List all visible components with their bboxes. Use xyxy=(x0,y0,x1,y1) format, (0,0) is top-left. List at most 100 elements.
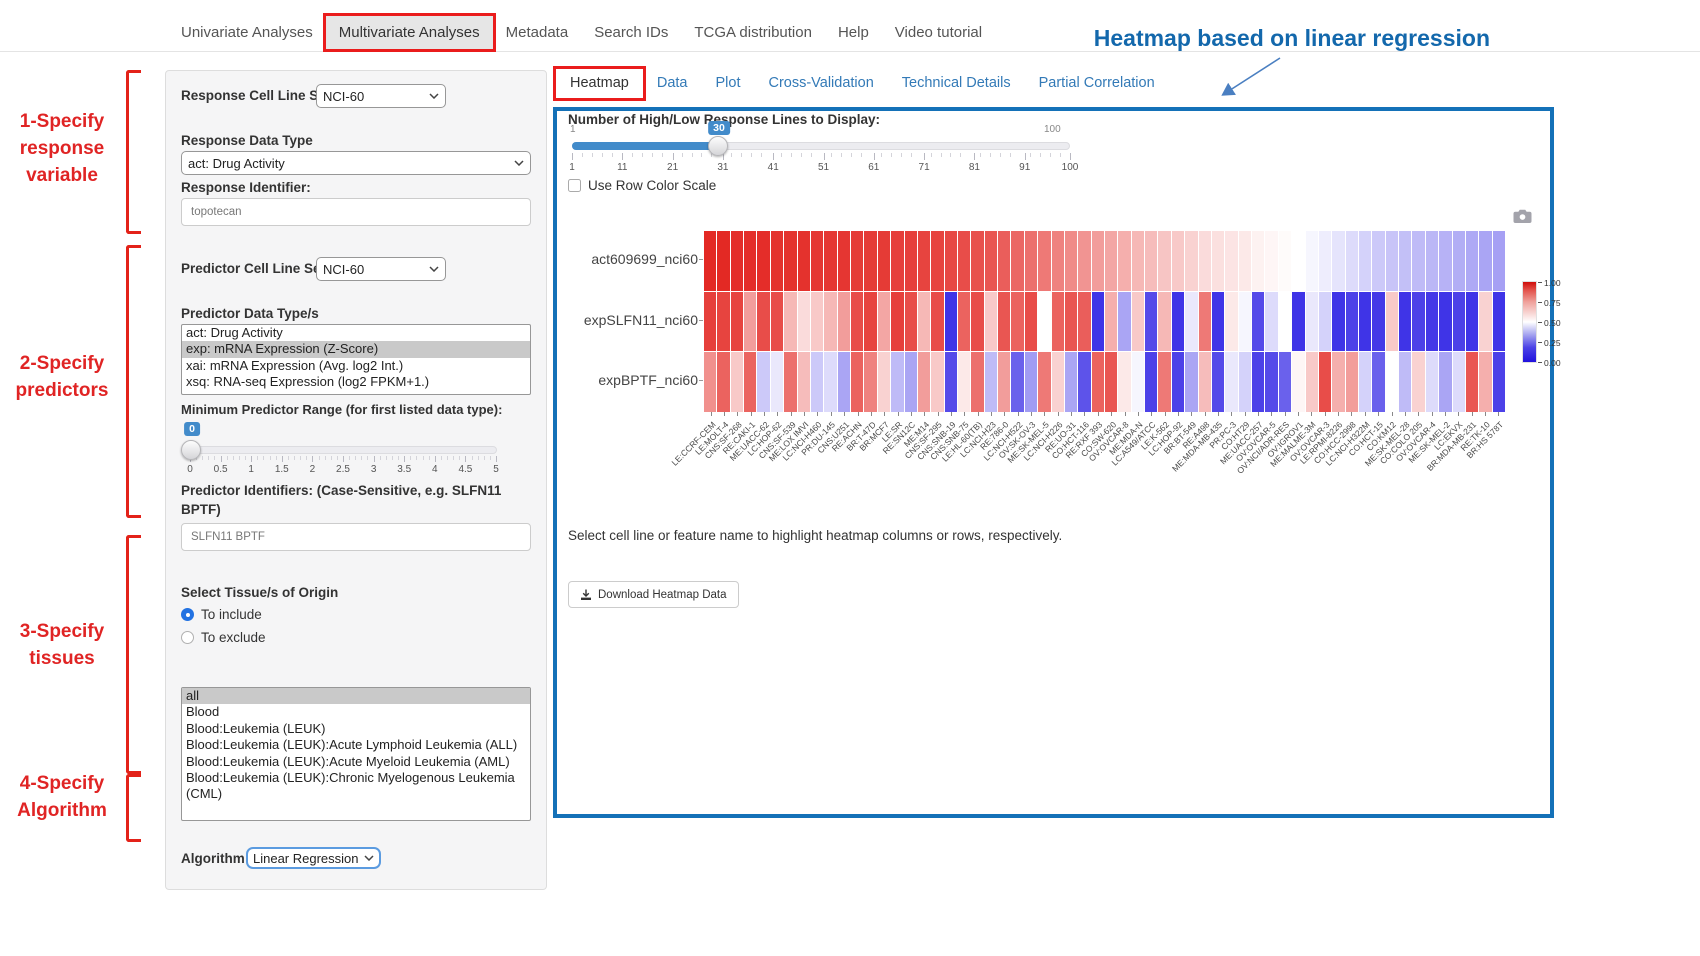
tab-cross-validation[interactable]: Cross-Validation xyxy=(754,69,887,98)
heatmap-cell[interactable] xyxy=(998,292,1010,352)
heatmap-cell[interactable] xyxy=(1118,231,1130,291)
heatmap-cell[interactable] xyxy=(1466,352,1478,412)
heatmap-cell[interactable] xyxy=(1479,352,1491,412)
heatmap-cell[interactable] xyxy=(838,352,850,412)
heatmap-cell[interactable] xyxy=(731,352,743,412)
min-predictor-range-slider-handle[interactable] xyxy=(181,440,201,460)
tissue-option-blood[interactable]: Blood xyxy=(182,704,530,720)
heatmap-cell[interactable] xyxy=(971,231,983,291)
heatmap-cell[interactable] xyxy=(717,231,729,291)
heatmap-cell[interactable] xyxy=(1412,292,1424,352)
predictor-data-type-option-xsq-rna-seq-expression-log2-fpkm-1[interactable]: xsq: RNA-seq Expression (log2 FPKM+1.) xyxy=(182,374,530,390)
response-identifier-input[interactable]: topotecan xyxy=(181,198,531,226)
predictor-data-types-listbox[interactable]: act: Drug Activityexp: mRNA Expression (… xyxy=(181,324,531,395)
heatmap-cell[interactable] xyxy=(744,352,756,412)
heatmap-cell[interactable] xyxy=(1158,352,1170,412)
heatmap-cell[interactable] xyxy=(971,292,983,352)
heatmap-cell[interactable] xyxy=(1466,292,1478,352)
heatmap-row-label-expbptf-nci60[interactable]: expBPTF_nci60 xyxy=(538,372,698,388)
heatmap-cell[interactable] xyxy=(1479,292,1491,352)
heatmap-cell[interactable] xyxy=(864,231,876,291)
heatmap-cell[interactable] xyxy=(1493,352,1505,412)
heatmap-cell[interactable] xyxy=(1145,292,1157,352)
heatmap-cell[interactable] xyxy=(905,292,917,352)
camera-icon[interactable] xyxy=(1513,209,1532,224)
heatmap-cell[interactable] xyxy=(1025,352,1037,412)
heatmap-cell[interactable] xyxy=(1399,231,1411,291)
heatmap-cell[interactable] xyxy=(1412,352,1424,412)
heatmap-cell[interactable] xyxy=(998,231,1010,291)
heatmap-cell[interactable] xyxy=(824,352,836,412)
heatmap-cell[interactable] xyxy=(918,352,930,412)
heatmap-cell[interactable] xyxy=(1426,352,1438,412)
heatmap-cell[interactable] xyxy=(1279,352,1291,412)
heatmap-cell[interactable] xyxy=(757,231,769,291)
heatmap-cell[interactable] xyxy=(798,352,810,412)
heatmap-cell[interactable] xyxy=(1225,292,1237,352)
heatmap-cell[interactable] xyxy=(1011,292,1023,352)
heatmap-cell[interactable] xyxy=(1426,292,1438,352)
heatmap-cell[interactable] xyxy=(958,292,970,352)
download-heatmap-data-button[interactable]: Download Heatmap Data xyxy=(568,581,739,608)
heatmap-cell[interactable] xyxy=(838,231,850,291)
heatmap-cell[interactable] xyxy=(1332,292,1344,352)
heatmap-cell[interactable] xyxy=(1399,292,1411,352)
heatmap-cell[interactable] xyxy=(811,231,823,291)
heatmap-cell[interactable] xyxy=(1346,352,1358,412)
tissue-listbox[interactable]: allBloodBlood:Leukemia (LEUK)Blood:Leuke… xyxy=(181,687,531,821)
heatmap-cell[interactable] xyxy=(1332,231,1344,291)
heatmap-cell[interactable] xyxy=(1052,292,1064,352)
heatmap-cell[interactable] xyxy=(1212,292,1224,352)
tab-partial-correlation[interactable]: Partial Correlation xyxy=(1025,69,1169,98)
heatmap-cell[interactable] xyxy=(1199,292,1211,352)
heatmap-cell[interactable] xyxy=(1011,231,1023,291)
heatmap-cell[interactable] xyxy=(958,352,970,412)
heatmap-cell[interactable] xyxy=(945,352,957,412)
heatmap-cell[interactable] xyxy=(757,292,769,352)
heatmap-cell[interactable] xyxy=(1359,292,1371,352)
heatmap-cell[interactable] xyxy=(704,352,716,412)
heatmap-cell[interactable] xyxy=(891,352,903,412)
heatmap-cell[interactable] xyxy=(1265,292,1277,352)
heatmap-cell[interactable] xyxy=(744,292,756,352)
heatmap-cell[interactable] xyxy=(1439,231,1451,291)
heatmap-cell[interactable] xyxy=(771,231,783,291)
heatmap-cell[interactable] xyxy=(998,352,1010,412)
tissue-option-blood-leukemia-leuk-acute-lymphoid-leukemia-all[interactable]: Blood:Leukemia (LEUK):Acute Lymphoid Leu… xyxy=(182,737,530,753)
predictor-data-type-option-xai-mrna-expression-avg-log2-int[interactable]: xai: mRNA Expression (Avg. log2 Int.) xyxy=(182,358,530,374)
heatmap-cell[interactable] xyxy=(1065,352,1077,412)
heatmap-cell[interactable] xyxy=(1065,292,1077,352)
tissue-option-blood-leukemia-leuk[interactable]: Blood:Leukemia (LEUK) xyxy=(182,721,530,737)
algorithm-select[interactable]: Linear Regression xyxy=(246,847,381,869)
tissue-option-all[interactable]: all xyxy=(182,688,530,704)
heatmap-cell[interactable] xyxy=(1172,292,1184,352)
heatmap-cell[interactable] xyxy=(1038,292,1050,352)
predictor-data-type-option-act-drug-activity[interactable]: act: Drug Activity xyxy=(182,325,530,341)
heatmap-cell[interactable] xyxy=(1466,231,1478,291)
response-data-type-select[interactable]: act: Drug Activity xyxy=(181,151,531,175)
heatmap-cell[interactable] xyxy=(878,231,890,291)
heatmap-cell[interactable] xyxy=(1453,231,1465,291)
heatmap-cell[interactable] xyxy=(905,352,917,412)
tab-plot[interactable]: Plot xyxy=(701,69,754,98)
heatmap-cell[interactable] xyxy=(824,292,836,352)
heatmap-cell[interactable] xyxy=(1132,231,1144,291)
heatmap-cell[interactable] xyxy=(1479,231,1491,291)
heatmap-cell[interactable] xyxy=(878,352,890,412)
tab-data[interactable]: Data xyxy=(643,69,702,98)
heatmap-cell[interactable] xyxy=(1453,352,1465,412)
heatmap-cell[interactable] xyxy=(838,292,850,352)
heatmap-cell[interactable] xyxy=(1359,231,1371,291)
heatmap-cell[interactable] xyxy=(1038,231,1050,291)
heatmap-cell[interactable] xyxy=(1372,231,1384,291)
heatmap-cell[interactable] xyxy=(1439,352,1451,412)
heatmap-cell[interactable] xyxy=(811,292,823,352)
heatmap-cell[interactable] xyxy=(985,231,997,291)
heatmap-cell[interactable] xyxy=(1265,352,1277,412)
heatmap-row-label-expslfn11-nci60[interactable]: expSLFN11_nci60 xyxy=(538,312,698,328)
heatmap-cell[interactable] xyxy=(1118,352,1130,412)
heatmap-cell[interactable] xyxy=(1105,292,1117,352)
heatmap-cell[interactable] xyxy=(1118,292,1130,352)
heatmap-cell[interactable] xyxy=(798,292,810,352)
heatmap-cell[interactable] xyxy=(985,292,997,352)
